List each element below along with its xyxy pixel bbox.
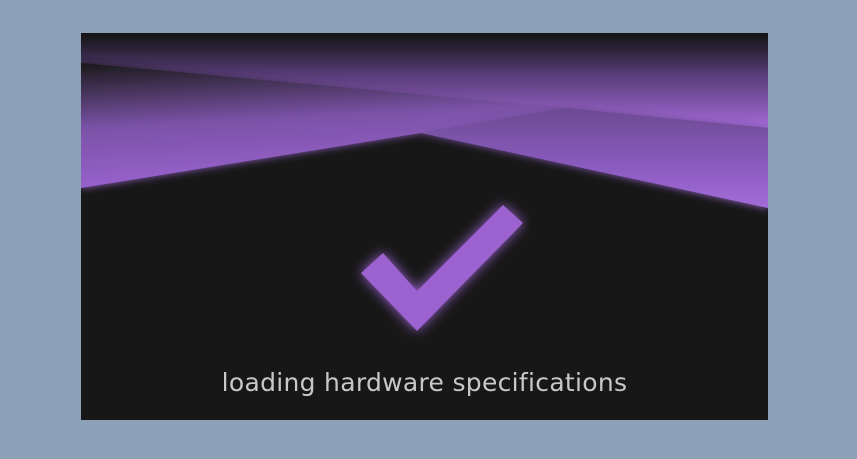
loading-status-text: loading hardware specifications	[221, 368, 628, 397]
loading-splash-window: loading hardware specifications	[81, 33, 768, 420]
splash-artwork	[81, 33, 768, 331]
desktop-background: loading hardware specifications	[0, 0, 857, 459]
checkmark-icon	[361, 205, 523, 331]
